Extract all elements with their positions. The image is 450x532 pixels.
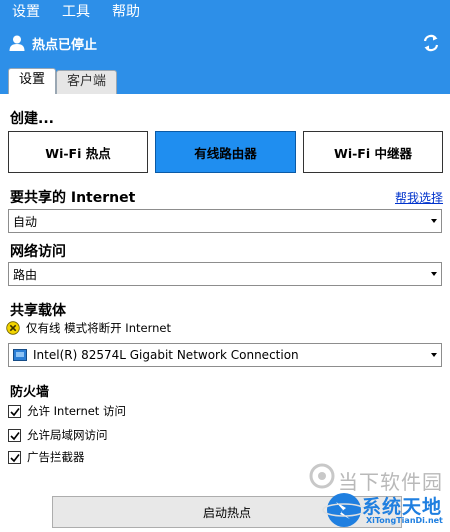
refresh-icon[interactable] <box>422 33 440 53</box>
network-access-select[interactable]: 路由 <box>8 262 442 286</box>
dropdown-arrow-icon <box>431 219 437 223</box>
tab-strip: 设置 客户端 <box>0 62 450 94</box>
watermark-text: 当下软件园 <box>338 470 443 494</box>
firewall-label: 防火墙 <box>10 385 50 400</box>
checkbox-checked-icon <box>8 450 21 464</box>
carrier-adapter-select[interactable]: Intel(R) 82574L Gigabit Network Connecti… <box>8 343 442 367</box>
internet-source-value: 自动 <box>13 214 38 229</box>
carrier-warning: 仅有线 模式将断开 Internet <box>6 320 171 336</box>
warning-icon <box>6 321 20 335</box>
allow-internet-checkbox[interactable]: 允许 Internet 访问 <box>8 403 126 419</box>
ad-blocker-checkbox[interactable]: 广告拦截器 <box>8 449 85 465</box>
allow-internet-label: 允许 Internet 访问 <box>27 404 126 418</box>
menu-tools[interactable]: 工具 <box>62 0 90 24</box>
create-label: 创建... <box>10 111 54 127</box>
dropdown-arrow-icon <box>431 272 437 276</box>
internet-label: 要共享的 Internet <box>10 190 136 206</box>
carrier-adapter-value: Intel(R) 82574L Gigabit Network Connecti… <box>33 348 299 362</box>
help-me-choose-link[interactable]: 帮我选择 <box>395 189 443 206</box>
hotspot-status: 热点已停止 <box>32 37 98 53</box>
tab-clients[interactable]: 客户端 <box>56 70 118 94</box>
mode-wired-router-button[interactable]: 有线路由器 <box>155 131 296 173</box>
user-icon <box>9 35 25 51</box>
network-access-label: 网络访问 <box>10 244 66 260</box>
allow-lan-checkbox[interactable]: 允许局域网访问 <box>8 427 108 443</box>
mode-wifi-repeater-button[interactable]: Wi-Fi 中继器 <box>303 131 443 173</box>
dropdown-arrow-icon <box>431 353 437 357</box>
menu-help[interactable]: 帮助 <box>112 0 140 24</box>
ad-blocker-label: 广告拦截器 <box>27 450 85 464</box>
carrier-warning-text: 仅有线 模式将断开 Internet <box>26 321 171 335</box>
allow-lan-label: 允许局域网访问 <box>27 428 108 442</box>
menu-settings[interactable]: 设置 <box>12 0 40 24</box>
status-header: 热点已停止 <box>0 24 450 62</box>
watermark-url: XiTongTianDi.net <box>366 516 443 525</box>
watermark-brand: 系统天地 <box>362 496 443 518</box>
internet-source-select[interactable]: 自动 <box>8 209 442 233</box>
network-adapter-icon <box>13 349 27 361</box>
checkbox-checked-icon <box>8 404 21 418</box>
mode-wifi-hotspot-button[interactable]: Wi-Fi 热点 <box>8 131 148 173</box>
checkbox-checked-icon <box>8 428 21 442</box>
carrier-label: 共享载体 <box>10 303 66 319</box>
menu-bar: 设置 工具 帮助 <box>0 0 450 24</box>
network-access-value: 路由 <box>13 267 38 282</box>
tab-settings[interactable]: 设置 <box>8 68 57 94</box>
